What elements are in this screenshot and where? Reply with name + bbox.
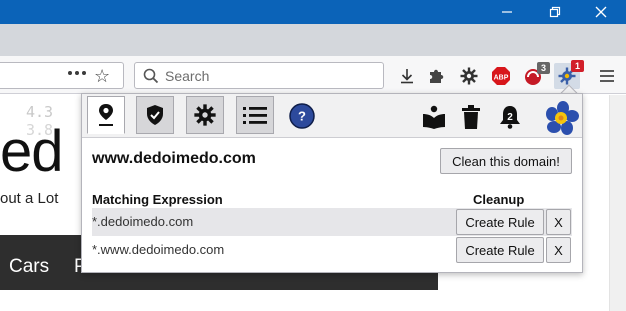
ublock-count-badge: 3	[537, 62, 550, 74]
site-tagline: out a Lot	[0, 190, 59, 207]
column-header-cleanup: Cleanup	[473, 192, 525, 207]
minimize-button[interactable]	[490, 0, 524, 24]
rule-expression: *.dedoimedo.com	[92, 214, 194, 229]
trash-icon	[462, 105, 480, 129]
minimize-icon	[502, 11, 512, 13]
gear-icon	[194, 104, 216, 126]
search-placeholder: Search	[165, 68, 210, 84]
puzzle-icon	[430, 69, 444, 83]
search-input[interactable]: Search	[134, 62, 384, 89]
delete-cookies-button[interactable]	[458, 104, 484, 130]
svg-text:?: ?	[298, 109, 306, 124]
clean-domain-button[interactable]: Clean this domain!	[440, 148, 572, 174]
site-nav-item-cars[interactable]: Cars	[9, 256, 49, 278]
svg-text:2: 2	[507, 112, 513, 123]
table-row: *.www.dedoimedo.com Create Rule X	[92, 236, 572, 264]
shield-check-icon	[147, 105, 163, 125]
page-scrollbar[interactable]	[609, 95, 626, 311]
window-title-bar	[0, 0, 626, 24]
table-row: *.dedoimedo.com Create Rule X	[92, 208, 572, 236]
create-rule-button[interactable]: Create Rule	[456, 237, 544, 263]
bookmark-star-icon[interactable]: ☆	[94, 66, 110, 86]
list-icon	[243, 107, 267, 124]
tab-expressions[interactable]	[136, 96, 174, 134]
page-actions-icon[interactable]	[68, 71, 86, 75]
remove-rule-button[interactable]: X	[546, 237, 571, 263]
reader-mode-button[interactable]	[421, 104, 447, 130]
settings-button[interactable]	[458, 65, 480, 87]
help-icon: ?	[289, 103, 315, 129]
abp-icon: ABP	[492, 67, 510, 85]
tab-strip	[0, 24, 626, 56]
adblock-plus-button[interactable]: ABP	[490, 65, 512, 87]
cookie-autodelete-popup: ? 2 www.dedoimedo.com Clean this domain!…	[81, 93, 583, 273]
navigation-toolbar: ☆ Search ABP 3 1	[0, 56, 626, 94]
column-header-expression: Matching Expression	[92, 192, 223, 207]
cookie-count-badge: 1	[571, 60, 584, 72]
restore-button[interactable]	[538, 0, 572, 24]
rule-expression: *.www.dedoimedo.com	[92, 242, 225, 257]
tab-current-site[interactable]	[87, 96, 125, 134]
popup-tab-row: ? 2	[82, 94, 582, 138]
bell-icon: 2	[500, 106, 520, 129]
open-menu-button[interactable]	[596, 65, 618, 87]
tab-cookie-list[interactable]	[236, 96, 274, 134]
create-rule-button[interactable]: Create Rule	[456, 209, 544, 235]
location-pin-icon	[99, 104, 113, 126]
tab-settings[interactable]	[186, 96, 224, 134]
download-button[interactable]	[396, 65, 418, 87]
reader-icon	[423, 105, 445, 129]
url-bar[interactable]: ☆	[0, 62, 124, 89]
close-icon	[595, 6, 607, 18]
current-domain-title: www.dedoimedo.com	[92, 150, 256, 167]
download-icon	[401, 69, 413, 84]
addons-button[interactable]	[426, 65, 448, 87]
notifications-button[interactable]: 2	[497, 104, 523, 130]
remove-rule-button[interactable]: X	[546, 209, 571, 235]
svg-text:ABP: ABP	[494, 75, 509, 82]
help-button[interactable]: ?	[289, 103, 315, 129]
menu-icon	[600, 70, 614, 82]
settings-icon	[460, 67, 478, 85]
site-logo-text[interactable]: ed	[0, 118, 64, 185]
flower-logo-icon	[539, 100, 579, 136]
ublock-button[interactable]: 3	[522, 62, 550, 87]
restore-icon	[549, 6, 561, 18]
search-icon	[143, 68, 159, 84]
close-button[interactable]	[584, 0, 618, 24]
